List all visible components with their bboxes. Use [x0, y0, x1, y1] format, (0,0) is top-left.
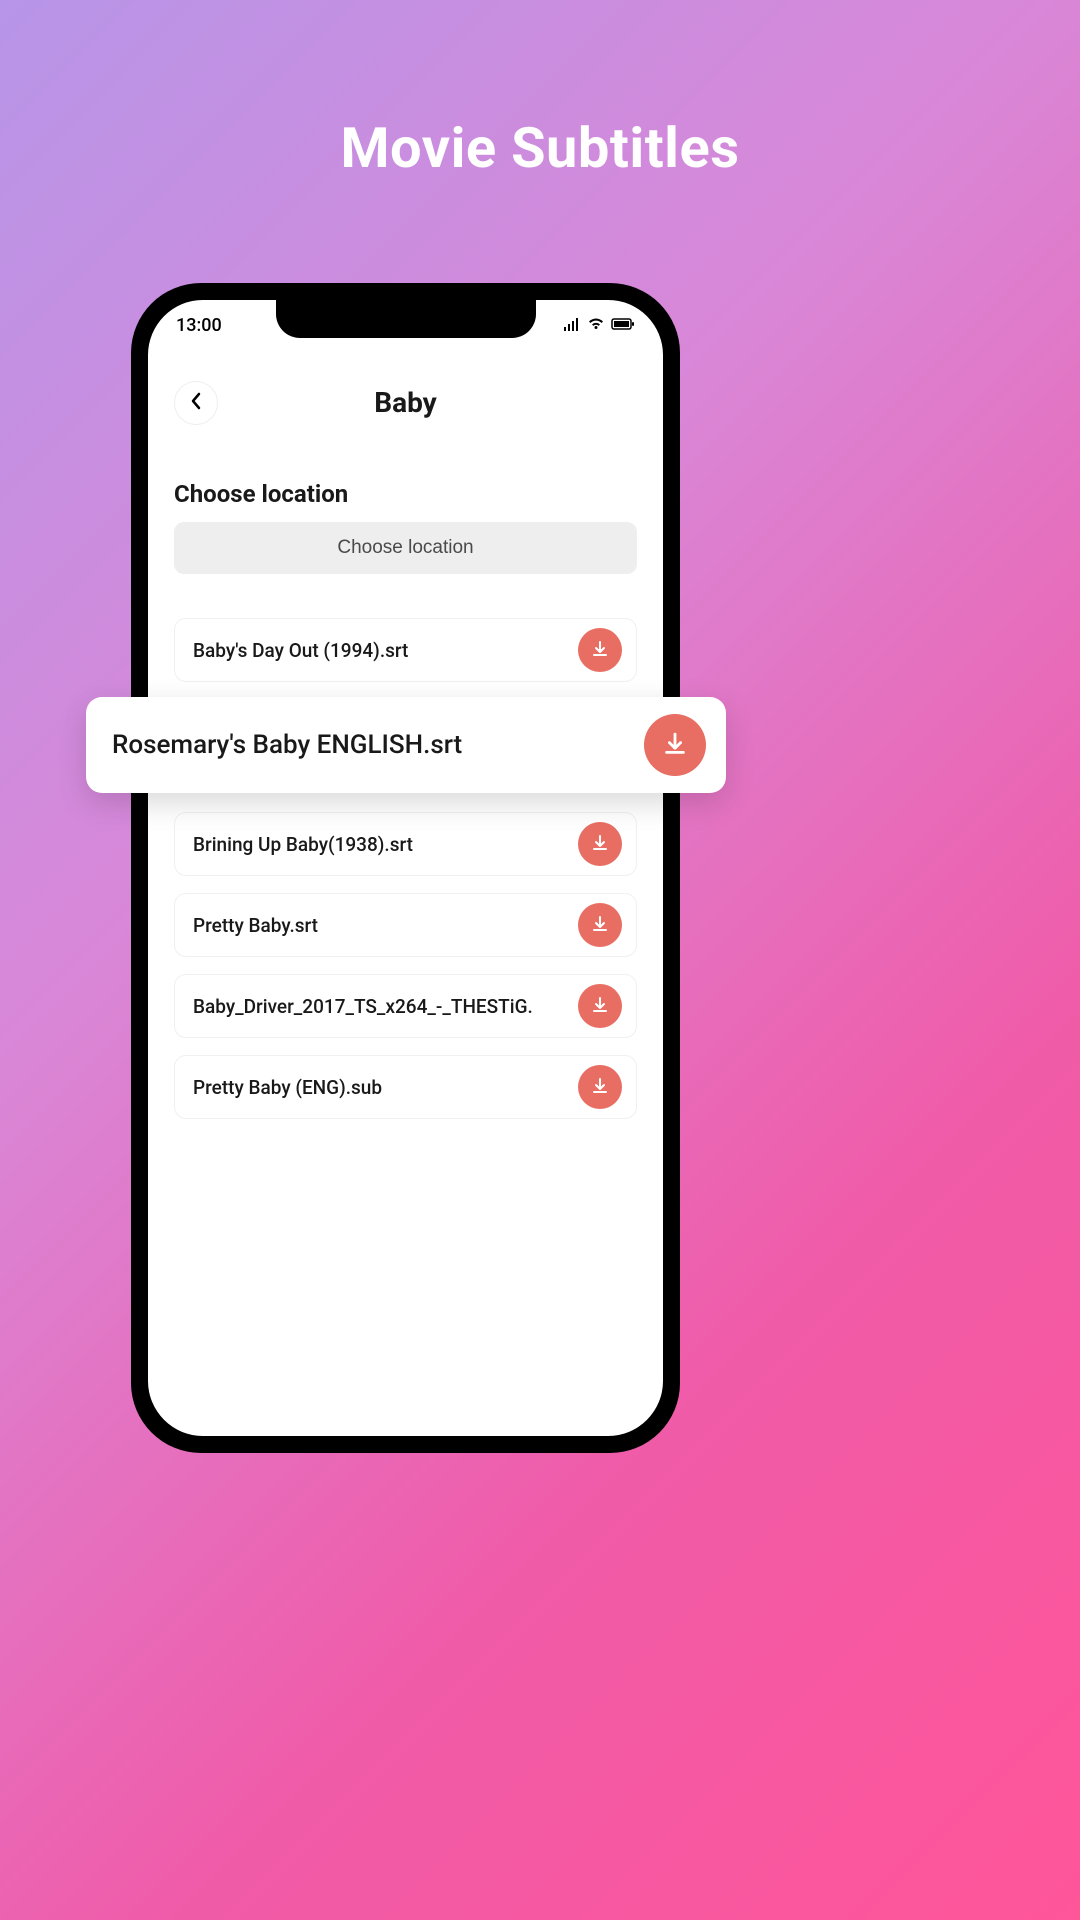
back-button[interactable]	[174, 381, 218, 425]
download-button[interactable]	[644, 714, 706, 776]
download-icon	[590, 995, 610, 1018]
status-time: 13:00	[176, 315, 222, 336]
download-button[interactable]	[578, 628, 622, 672]
download-icon	[590, 1076, 610, 1099]
choose-location-button[interactable]: Choose location	[174, 522, 637, 574]
featured-list-item[interactable]: Rosemary's Baby ENGLISH.srt	[86, 697, 726, 793]
section-label: Choose location	[174, 480, 348, 508]
list-item-label: Brining Up Baby(1938).srt	[193, 833, 413, 856]
download-button[interactable]	[578, 1065, 622, 1109]
app-header: Baby	[148, 386, 663, 419]
download-icon	[661, 730, 689, 761]
featured-item-label: Rosemary's Baby ENGLISH.srt	[112, 730, 462, 760]
page-title: Movie Subtitles	[0, 115, 1080, 181]
list-item-label: Pretty Baby.srt	[193, 914, 318, 937]
app-title: Baby	[374, 386, 437, 419]
download-button[interactable]	[578, 984, 622, 1028]
subtitle-list: Baby's Day Out (1994).srt Brining Up Bab…	[174, 618, 637, 1136]
list-item-label: Pretty Baby (ENG).sub	[193, 1076, 382, 1099]
phone-screen: 13:00 Baby Choose location	[148, 300, 663, 1436]
download-icon	[590, 914, 610, 937]
wifi-icon	[587, 315, 605, 336]
list-item[interactable]: Baby's Day Out (1994).srt	[174, 618, 637, 682]
battery-icon	[611, 315, 635, 336]
list-item[interactable]: Brining Up Baby(1938).srt	[174, 812, 637, 876]
list-item[interactable]: Baby_Driver_2017_TS_x264_-_THESTiG.	[174, 974, 637, 1038]
list-item[interactable]: Pretty Baby (ENG).sub	[174, 1055, 637, 1119]
list-item[interactable]: Pretty Baby.srt	[174, 893, 637, 957]
list-item-label: Baby_Driver_2017_TS_x264_-_THESTiG.	[193, 995, 533, 1018]
phone-notch	[276, 300, 536, 338]
download-button[interactable]	[578, 903, 622, 947]
phone-frame: 13:00 Baby Choose location	[131, 283, 680, 1453]
download-button[interactable]	[578, 822, 622, 866]
download-icon	[590, 833, 610, 856]
download-icon	[590, 639, 610, 662]
status-icons	[563, 315, 635, 336]
chevron-left-icon	[190, 392, 202, 413]
list-item-label: Baby's Day Out (1994).srt	[193, 639, 408, 662]
signal-icon	[563, 315, 581, 336]
